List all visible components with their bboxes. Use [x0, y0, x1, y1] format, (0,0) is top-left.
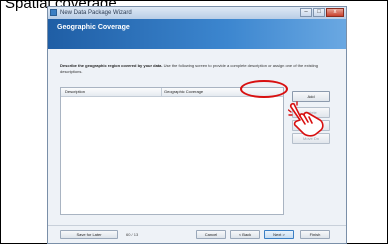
highlight-ring — [240, 80, 288, 98]
finish-button[interactable]: Finish — [300, 230, 330, 239]
window-controls: – □ x — [299, 8, 344, 17]
column-header-geographic-coverage[interactable]: Geographic Coverage — [164, 89, 203, 95]
pointing-hand-icon — [288, 101, 324, 137]
page-banner: Geographic Coverage — [48, 19, 346, 49]
figure-frame: Spatial coverage New Data Package Wizard… — [0, 0, 388, 244]
maximize-button[interactable]: □ — [313, 8, 325, 17]
back-button[interactable]: < Back — [230, 230, 260, 239]
page-title: Geographic Coverage — [57, 24, 130, 31]
window-titlebar: New Data Package Wizard – □ x — [48, 7, 346, 19]
close-button[interactable]: x — [326, 8, 344, 17]
window-title: New Data Package Wizard — [60, 10, 132, 16]
instructions-lead: Describe the geographic region covered b… — [60, 63, 163, 68]
save-for-later-button[interactable]: Save for Later — [60, 230, 118, 239]
coverage-table[interactable]: Description Geographic Coverage — [60, 87, 284, 215]
app-icon — [50, 9, 57, 16]
next-button[interactable]: Next > — [264, 230, 294, 239]
cancel-button[interactable]: Cancel — [196, 230, 226, 239]
instructions: Describe the geographic region covered b… — [60, 63, 336, 75]
footer-divider — [48, 225, 346, 226]
column-header-description[interactable]: Description — [65, 89, 85, 95]
minimize-button[interactable]: – — [300, 8, 312, 17]
progress-text: 60 / 13 — [126, 232, 139, 237]
column-divider[interactable] — [161, 88, 162, 96]
